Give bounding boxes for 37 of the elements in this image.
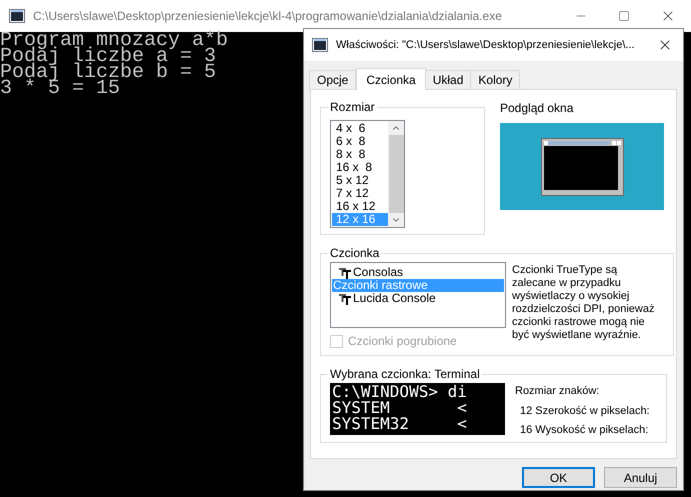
group-label: Rozmiar — [329, 99, 376, 116]
dialog-button[interactable]: Anuluj — [604, 467, 677, 488]
console-app-icon — [312, 38, 328, 52]
tab[interactable]: Opcje — [309, 70, 356, 89]
size-option[interactable]: 5 x 12 — [332, 174, 388, 187]
size-option[interactable]: 16 x 8 — [332, 161, 388, 174]
size-option[interactable]: 16 x 12 — [332, 200, 388, 213]
font-option[interactable]: Consolas — [332, 266, 504, 279]
dialog-button[interactable]: OK — [522, 467, 595, 488]
checkbox-label: Czcionki pogrubione — [348, 333, 457, 350]
size-option[interactable]: 6 x 8 — [332, 135, 388, 148]
console-line: Podaj liczbe b = 5 — [0, 65, 216, 81]
font-option[interactable]: Lucida Console — [332, 292, 504, 305]
preview-label: Podgląd okna — [500, 100, 574, 117]
tab[interactable]: Kolory — [470, 70, 520, 89]
dialog-title: Właściwości: "C:\Users\slawe\Desktop\przeniesienie\lekcje\... — [336, 38, 635, 53]
tab[interactable]: Czcionka — [356, 68, 426, 90]
size-option[interactable]: 4 x 6 — [332, 122, 388, 135]
size-list[interactable]: 4 x 6 6 x 8 8 x 8 16 x 8 5 x 12 7 x 12 16 x 12 12 x 16 — [330, 120, 405, 228]
size-option[interactable]: 8 x 8 — [332, 148, 388, 161]
font-list[interactable]: Consolas Czcionki rastrowe Lucida Console — [330, 262, 506, 328]
metric-text: 12 Szerokość w pikselach: — [519, 404, 650, 418]
scrollbar[interactable] — [388, 121, 404, 227]
sample-line: SYSTEM32 < — [332, 416, 467, 432]
sample-line: C:\WINDOWS> di — [332, 384, 467, 400]
metric-text: 16 Wysokość w pikselach: — [519, 423, 650, 438]
group-label: Czcionka — [329, 245, 380, 262]
size-option[interactable]: 7 x 12 — [332, 187, 388, 200]
maximize-icon[interactable] — [618, 10, 630, 22]
truetype-icon — [338, 292, 352, 304]
window-title: C:\Users\slawe\Desktop\przeniesienie\lekcje\kl-4\programowanie\dzialania\dzialania.exe — [33, 8, 502, 25]
group-label: Wybrana czcionka: Terminal — [329, 366, 481, 383]
font-note: Czcionki TrueType są zalecane w przypadku wyświetlaczy o wysokiej rozdzielczości DPI, ponieważ czcionki rastrowe mogą nie być wyświetlane wyraźnie. — [512, 263, 656, 343]
truetype-icon — [338, 266, 352, 278]
sample-line: SYSTEM < — [332, 400, 467, 416]
console-app-icon — [9, 9, 25, 23]
size-label: Rozmiar znaków: — [515, 384, 600, 399]
